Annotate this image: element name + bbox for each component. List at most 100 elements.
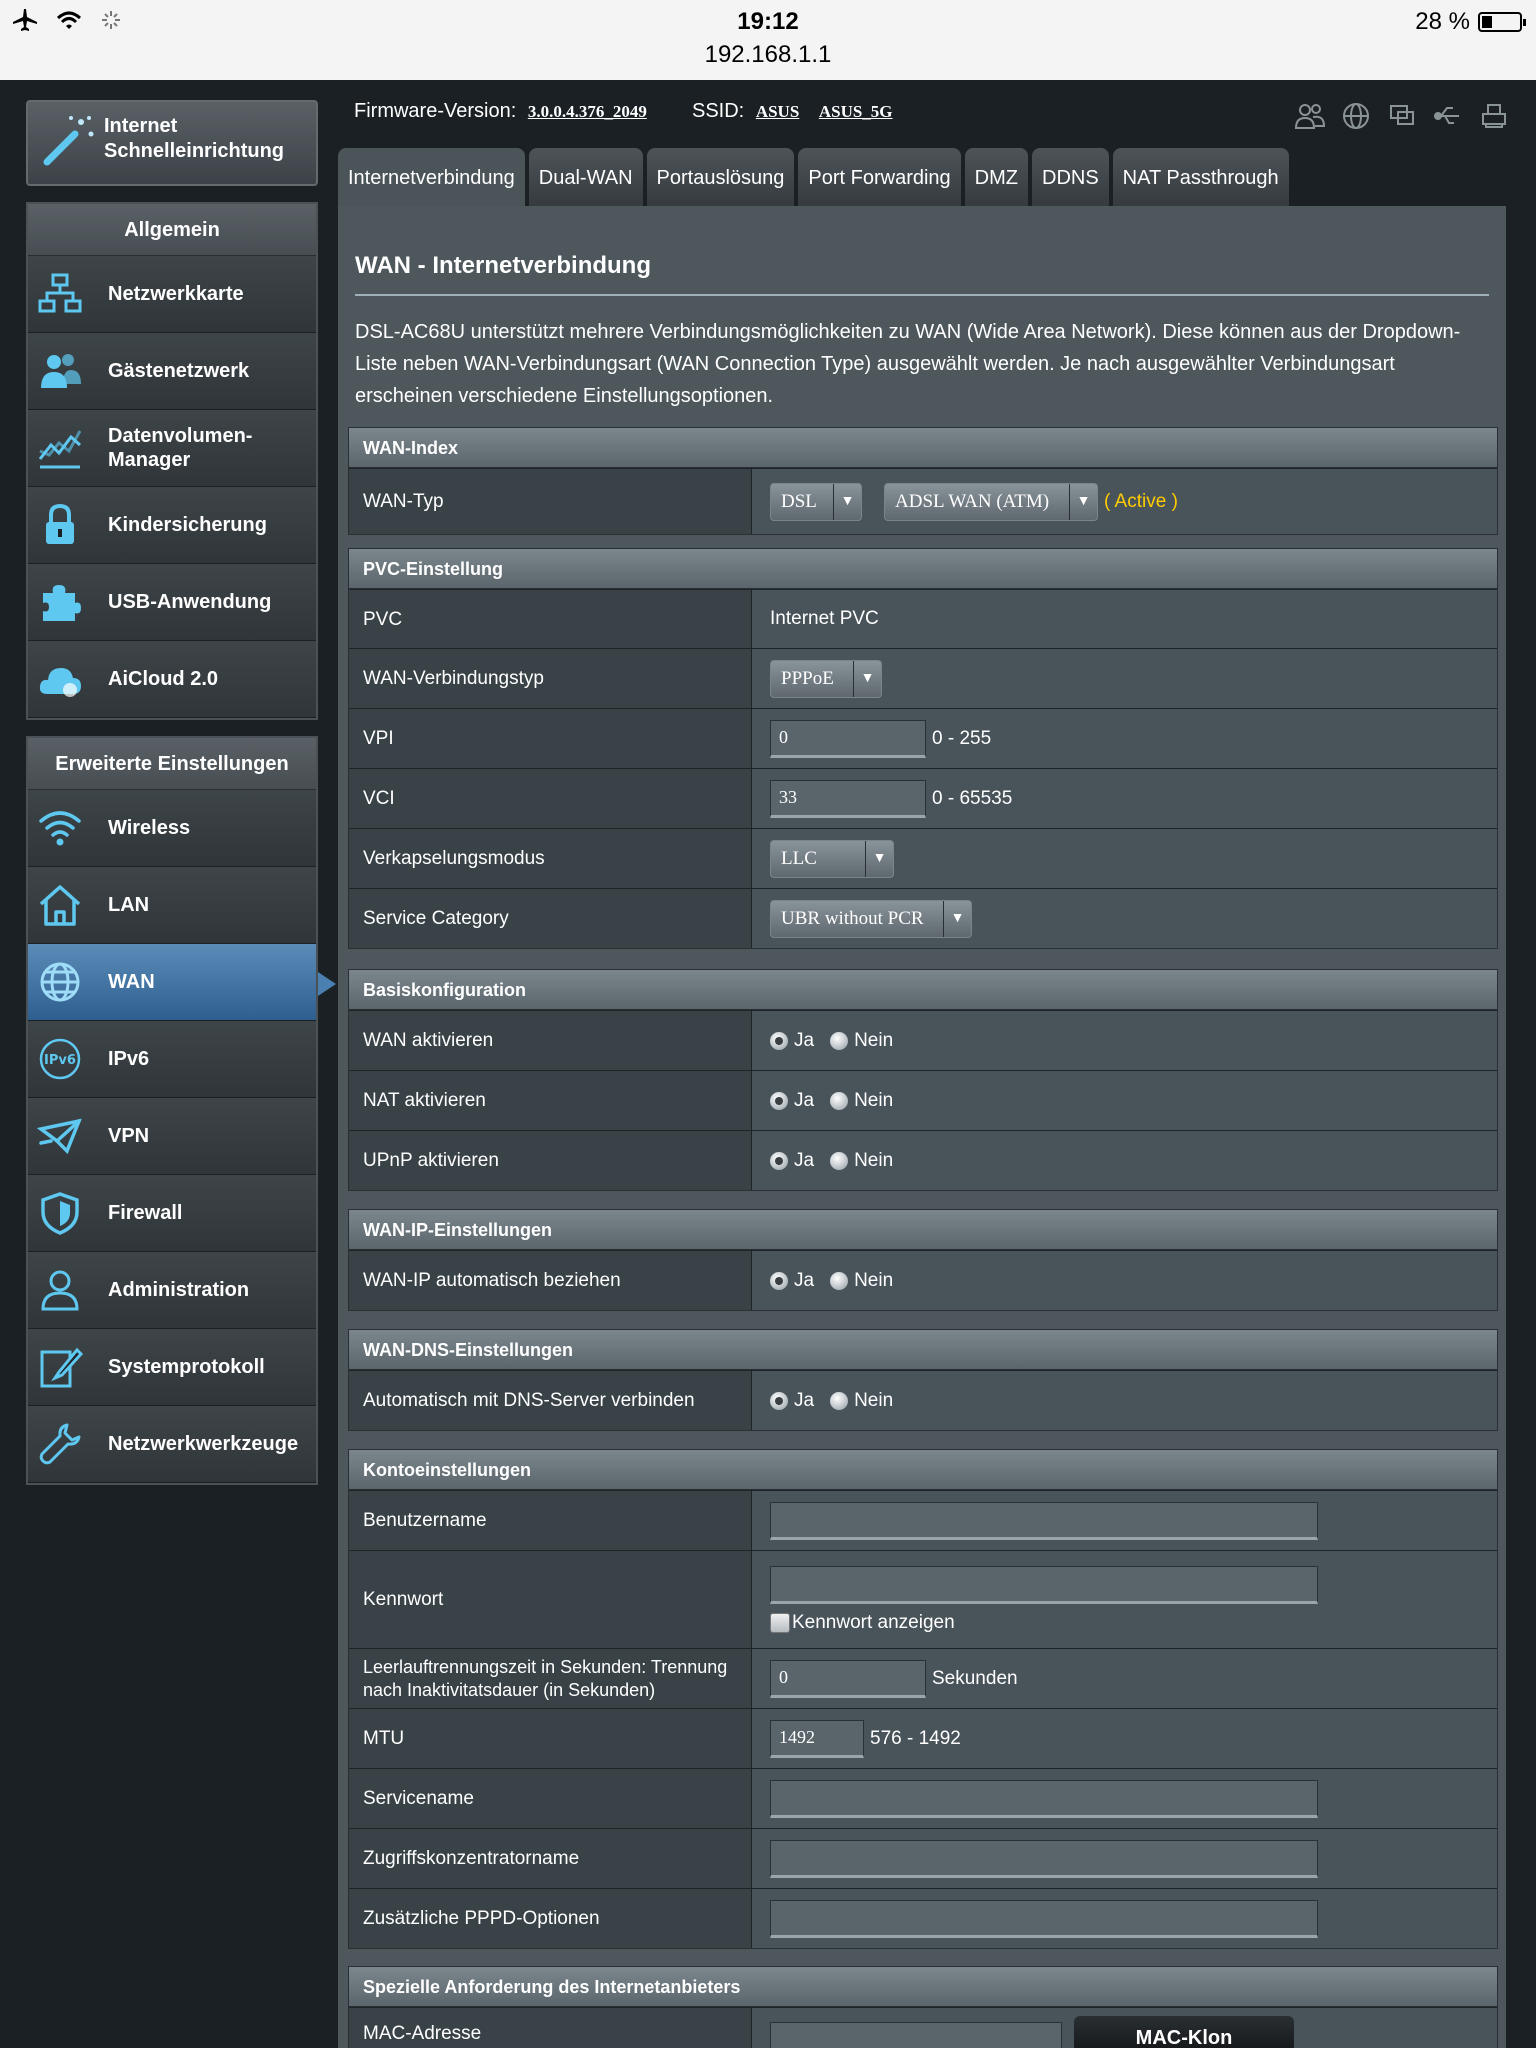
upnp-enable-yes-radio[interactable] (770, 1151, 788, 1170)
sidebar-item-administration[interactable]: Administration (28, 1252, 316, 1329)
sidebar-item-firewall[interactable]: Firewall (28, 1175, 316, 1252)
section-header: WAN-DNS-Einstellungen (349, 1330, 1497, 1370)
select-value: PPPoE (781, 667, 834, 689)
sidebar-item-network-map[interactable]: Netzwerkkarte (28, 256, 316, 333)
sidebar-item-label: Netzwerkwerkzeuge (108, 1433, 299, 1455)
devices-icon[interactable] (1386, 100, 1418, 132)
ssid-link-1[interactable]: ASUS (756, 102, 799, 121)
printer-icon[interactable] (1478, 100, 1510, 132)
sidebar-item-lan[interactable]: LAN (28, 867, 316, 944)
tab-ddns[interactable]: DDNS (1032, 148, 1109, 208)
page-title: WAN - Internetverbindung (355, 252, 651, 279)
upnp-enable-no-radio[interactable] (830, 1151, 849, 1170)
row-service-category: Service Category UBR without PCR ▼ (349, 888, 1497, 948)
usb-icon[interactable] (1432, 100, 1464, 132)
password-label: Kennwort (349, 1551, 751, 1648)
sidebar-item-label: Gästenetzwerk (108, 360, 250, 382)
sidebar-item-system-log[interactable]: Systemprotokoll (28, 1329, 316, 1406)
wan-ip-auto-no-radio[interactable] (830, 1271, 849, 1290)
encapsulation-select[interactable]: LLC ▼ (770, 839, 894, 878)
sidebar-item-traffic-manager[interactable]: Datenvolumen-Manager (28, 410, 316, 487)
quick-setup-button[interactable]: Internet Schnelleinrichtung (26, 100, 318, 186)
firmware-label: Firmware-Version: (354, 100, 517, 122)
nat-enable-label: NAT aktivieren (349, 1071, 751, 1130)
dns-auto-no-radio[interactable] (830, 1391, 849, 1410)
tab-port-trigger[interactable]: Portauslösung (646, 148, 795, 208)
mac-clone-button[interactable]: MAC-Klon (1074, 2016, 1294, 2048)
sidebar-item-label: Systemprotokoll (108, 1356, 265, 1378)
ssid-link-2[interactable]: ASUS_5G (819, 102, 893, 121)
row-mtu: MTU 1492 576 - 1492 (349, 1708, 1497, 1768)
sidebar-item-label: VPN (108, 1125, 150, 1147)
router-page: Internet Schnelleinrichtung Allgemein Ne… (0, 80, 1536, 2048)
sidebar-item-wan[interactable]: WAN (28, 944, 336, 1021)
wan-enable-yes-radio[interactable] (770, 1031, 788, 1050)
dns-auto-yes-radio[interactable] (770, 1391, 788, 1410)
mtu-input[interactable]: 1492 (770, 1719, 864, 1758)
password-cell: Kennwort anzeigen (751, 1551, 1497, 1648)
mac-cell: MAC-Klon (751, 2008, 1497, 2048)
nat-enable-cell: Ja Nein (751, 1071, 1497, 1130)
service-category-select[interactable]: UBR without PCR ▼ (770, 899, 972, 938)
mac-address-input[interactable] (770, 2022, 1062, 2048)
row-wan-type: WAN-Typ DSL ▼ ADSL WAN (ATM) ▼ ( Active ) (349, 468, 1497, 534)
sidebar-item-network-tools[interactable]: Netzwerkwerkzeuge (28, 1406, 316, 1483)
sidebar-item-aicloud[interactable]: AiCloud 2.0 (28, 641, 316, 718)
tab-dual-wan[interactable]: Dual-WAN (528, 148, 643, 208)
tab-port-forwarding[interactable]: Port Forwarding (798, 148, 961, 208)
idle-input[interactable]: 0 (770, 1659, 926, 1698)
wan-type-label: WAN-Typ (349, 469, 751, 534)
pppd-label: Zusätzliche PPPD-Optionen (349, 1889, 751, 1948)
vci-input[interactable]: 33 (770, 779, 926, 818)
password-input[interactable] (770, 1565, 1318, 1604)
tab-nat-passthrough[interactable]: NAT Passthrough (1112, 148, 1289, 208)
connection-type-select[interactable]: PPPoE ▼ (770, 659, 882, 698)
sidebar-item-usb-application[interactable]: USB-Anwendung (28, 564, 316, 641)
magic-wand-icon (40, 112, 98, 170)
ipv6-icon: IPv6 (36, 1035, 84, 1083)
vpi-cell: 0 0 - 255 (751, 709, 1497, 768)
sidebar-item-guest-network[interactable]: Gästenetzwerk (28, 333, 316, 410)
radio-label-yes: Ja (794, 1269, 815, 1291)
ac-name-input[interactable] (770, 1839, 1318, 1878)
select-value: UBR without PCR (781, 907, 924, 929)
sidebar-item-ipv6[interactable]: IPv6 IPv6 (28, 1021, 316, 1098)
nat-enable-yes-radio[interactable] (770, 1091, 788, 1110)
clients-icon[interactable] (1294, 100, 1326, 132)
sidebar-item-label: USB-Anwendung (108, 591, 272, 613)
row-username: Benutzername (349, 1490, 1497, 1550)
wan-mode-select[interactable]: ADSL WAN (ATM) ▼ (884, 482, 1098, 521)
pppd-input[interactable] (770, 1899, 1318, 1938)
row-wan-ip-auto: WAN-IP automatisch beziehen Ja Nein (349, 1250, 1497, 1310)
username-input[interactable] (770, 1501, 1318, 1540)
wan-ip-auto-label: WAN-IP automatisch beziehen (349, 1251, 751, 1310)
row-upnp-enable: UPnP aktivieren Ja Nein (349, 1130, 1497, 1190)
ios-status-bar: 19:12 192.168.1.1 28 % (0, 0, 1536, 80)
sidebar-item-label: WAN (108, 971, 155, 993)
service-name-label: Servicename (349, 1769, 751, 1828)
traffic-manager-icon (36, 424, 84, 472)
wan-ip-auto-yes-radio[interactable] (770, 1271, 788, 1290)
router-header: Firmware-Version: 3.0.0.4.376_2049 SSID:… (350, 100, 1510, 140)
radio-label-no: Nein (854, 1389, 894, 1411)
internet-status-icon[interactable] (1340, 100, 1372, 132)
sidebar-item-wireless[interactable]: Wireless (28, 790, 316, 867)
wrench-icon (36, 1420, 84, 1468)
wan-type-select[interactable]: DSL ▼ (770, 482, 862, 521)
address-bar[interactable]: 192.168.1.1 (0, 41, 1536, 69)
sidebar-item-parental-control[interactable]: Kindersicherung (28, 487, 316, 564)
vpi-input[interactable]: 0 (770, 719, 926, 758)
menu-general-header: Allgemein (28, 204, 316, 256)
show-password-checkbox[interactable] (770, 1612, 790, 1633)
wan-enable-no-radio[interactable] (830, 1031, 849, 1050)
sidebar-item-vpn[interactable]: VPN (28, 1098, 316, 1175)
chevron-down-icon: ▼ (1069, 483, 1097, 520)
radio-label-yes: Ja (794, 1389, 815, 1411)
wan-type-value: DSL ▼ ADSL WAN (ATM) ▼ ( Active ) (751, 469, 1497, 534)
tab-dmz[interactable]: DMZ (964, 148, 1028, 208)
nat-enable-no-radio[interactable] (830, 1091, 849, 1110)
firmware-version-link[interactable]: 3.0.0.4.376_2049 (528, 102, 647, 121)
tab-internet-connection[interactable]: Internetverbindung (338, 148, 525, 208)
radio-label-yes: Ja (794, 1089, 815, 1111)
service-name-input[interactable] (770, 1779, 1318, 1818)
